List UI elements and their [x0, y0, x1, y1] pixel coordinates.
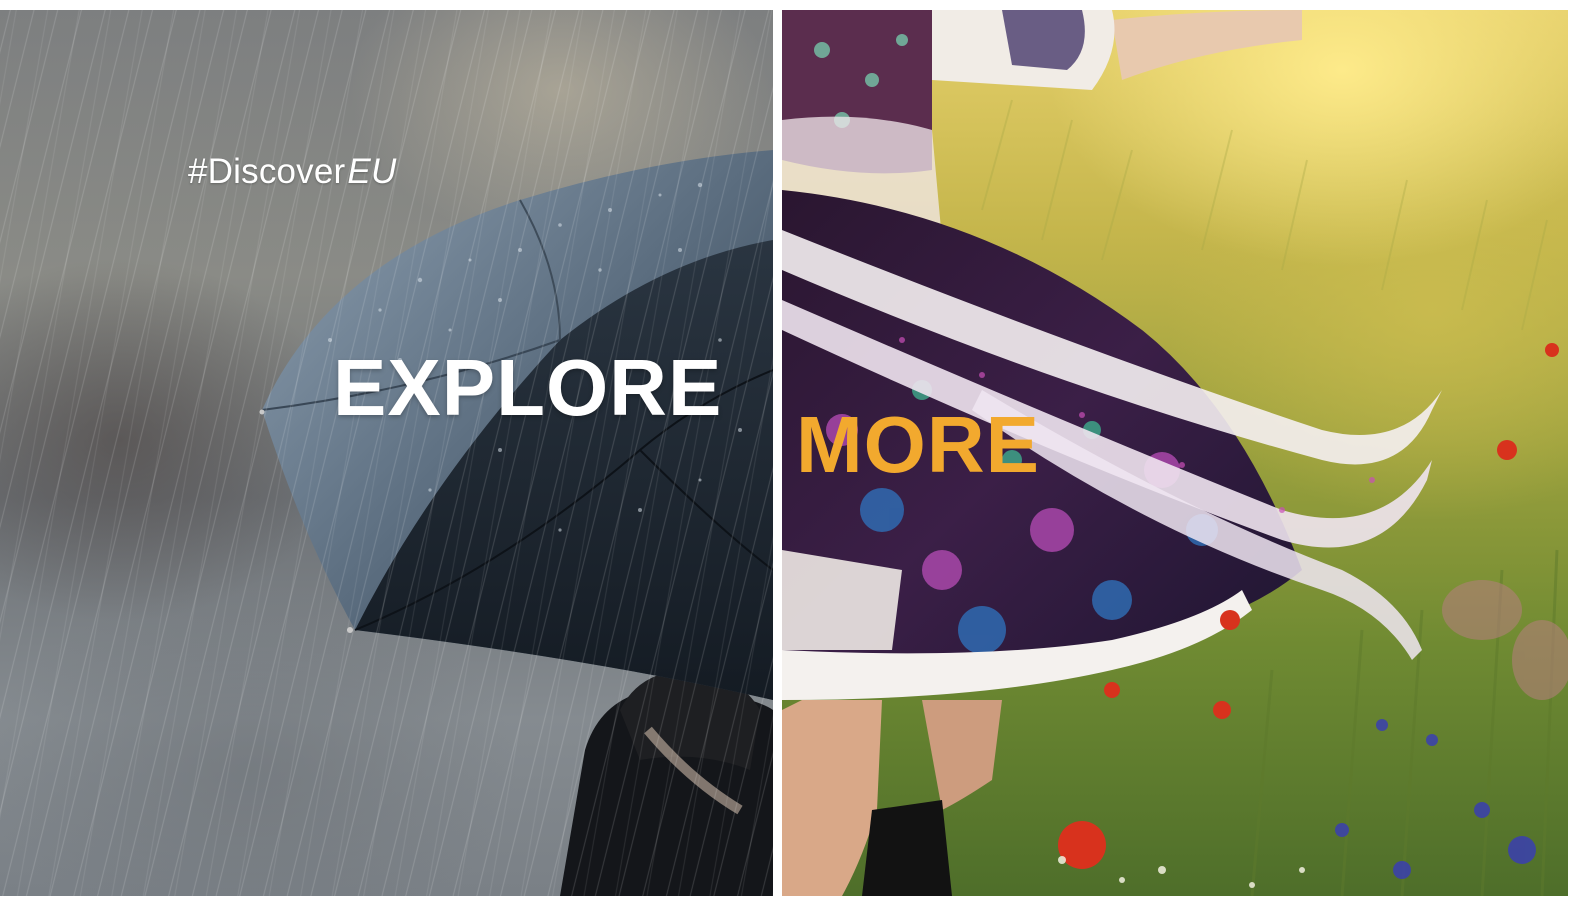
hashtag-suffix: EU — [347, 152, 397, 191]
photo-divider — [773, 0, 782, 906]
rain-umbrella-photo — [0, 10, 773, 896]
umbrella-illustration — [259, 150, 773, 896]
headline-more: MORE — [796, 400, 1040, 489]
hashtag-prefix: #Discover — [188, 152, 346, 191]
headline-explore: EXPLORE — [333, 343, 723, 432]
hashtag-discover-eu: #DiscoverEU — [188, 152, 396, 192]
discover-eu-banner: #DiscoverEU EXPLORE MORE — [0, 0, 1582, 906]
